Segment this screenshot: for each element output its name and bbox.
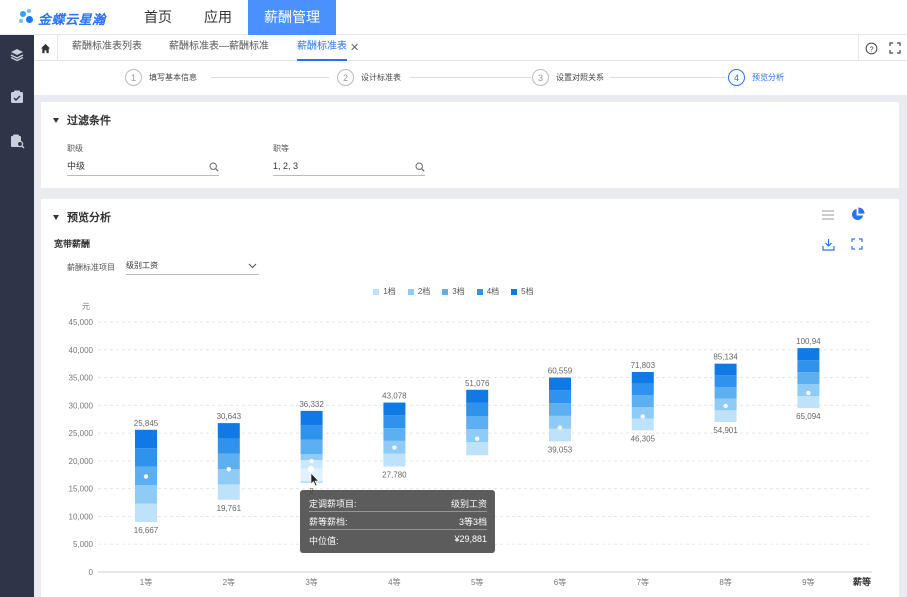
x-axis-label: 薪等 (853, 576, 871, 587)
y-tick-label: 25,000 (69, 429, 94, 438)
min-value-label: 27,780 (382, 470, 407, 479)
bar-segment (714, 363, 737, 376)
bar-segment (383, 415, 406, 429)
max-value-label: 25,845 (134, 419, 159, 428)
y-tick-label: 0 (89, 568, 94, 577)
median-point (806, 390, 811, 396)
y-tick-label: 35,000 (69, 374, 94, 383)
x-tick-label: 7等 (637, 577, 649, 587)
bar-segment (466, 416, 489, 430)
y-tick-label: 15,000 (69, 485, 94, 494)
tooltip-row: 薪等薪档: 3等3档 (309, 515, 487, 530)
max-value-label: 100,94 (796, 337, 821, 346)
max-value-label: 51,076 (465, 379, 490, 388)
median-point (557, 425, 563, 430)
bar-segment (217, 484, 240, 500)
bar-segment (797, 372, 820, 385)
max-value-label: 36,332 (299, 400, 324, 409)
min-value-label: 39,053 (548, 445, 573, 454)
bar-segment (549, 377, 571, 391)
median-point (640, 414, 645, 419)
bar-segment (631, 418, 654, 431)
min-value-label: 54,901 (713, 426, 738, 435)
bar-segment (549, 428, 571, 442)
bar-segment (714, 375, 737, 387)
y-tick-label: 40,000 (69, 346, 94, 355)
x-tick-label: 1等 (140, 577, 152, 587)
x-tick-label: 6等 (554, 577, 566, 587)
y-axis-unit: 元 (82, 302, 90, 311)
bar-segment (217, 423, 240, 439)
x-tick-label: 5等 (471, 577, 483, 587)
hover-point (307, 465, 315, 473)
y-tick-label: 5,000 (73, 540, 94, 549)
bar-segment (135, 448, 157, 467)
bar-segment (631, 395, 654, 407)
chart-tooltip: 定调薪项目: 级别工资 薪等薪档: 3等3档 中位值: ¥29,881 (300, 490, 495, 553)
y-tick-label: 20,000 (69, 457, 94, 466)
min-value-label: 19,761 (217, 504, 242, 513)
tooltip-label: 定调薪项目: (309, 499, 357, 509)
x-tick-label: 8等 (719, 577, 731, 587)
bar-segment (383, 453, 406, 467)
max-value-label: 43,078 (382, 392, 407, 401)
bar-segment (631, 372, 654, 384)
x-tick-label: 2等 (223, 577, 235, 587)
bar-segment (466, 402, 489, 416)
bar-segment (383, 428, 406, 441)
median-point (226, 467, 231, 472)
bar-segment (549, 403, 571, 416)
tooltip-row: 定调薪项目: 级别工资 (309, 497, 487, 512)
bar-segment (217, 453, 240, 470)
bar-segment (135, 485, 157, 504)
max-value-label: 30,643 (217, 412, 242, 421)
median-point (143, 474, 149, 479)
bar-segment (383, 402, 406, 416)
bar-segment (300, 425, 323, 440)
y-tick-label: 10,000 (69, 512, 94, 521)
bar-segment (466, 389, 489, 403)
bar-segment (135, 503, 157, 522)
median-point (475, 436, 480, 441)
bar-segment (466, 442, 489, 456)
bar-segment (300, 439, 323, 455)
x-tick-label: 9等 (802, 577, 814, 587)
max-value-label: 85,134 (713, 353, 738, 362)
tooltip-label: 薪等薪档: (309, 517, 348, 527)
bar-segment (797, 396, 820, 409)
bar-segment (631, 383, 654, 396)
tooltip-value: ¥29,881 (454, 534, 487, 544)
bar-segment (797, 348, 820, 361)
bar-segment (549, 390, 571, 404)
bar-segment (135, 429, 157, 449)
median-point (723, 403, 728, 409)
bar-segment (797, 360, 820, 373)
bar-segment (714, 387, 737, 399)
max-value-label: 60,559 (548, 367, 573, 376)
median-point (392, 445, 397, 450)
tooltip-row: 中位值: ¥29,881 (309, 534, 487, 549)
y-tick-label: 45,000 (69, 318, 94, 327)
tooltip-label: 中位值: (309, 536, 339, 546)
y-tick-label: 30,000 (69, 401, 94, 410)
min-value-label: 65,094 (796, 412, 821, 421)
tooltip-value: 级别工资 (450, 499, 487, 509)
min-value-label: 46,305 (631, 434, 656, 443)
bar-segment (217, 438, 240, 454)
bar-segment (300, 410, 323, 426)
tooltip-value: 3等3档 (458, 517, 487, 527)
max-value-label: 71,803 (631, 361, 656, 370)
x-tick-label: 4等 (388, 577, 400, 587)
bar-segment (714, 410, 737, 422)
min-value-label: 16,667 (134, 526, 159, 535)
x-tick-label: 3等 (305, 577, 317, 587)
